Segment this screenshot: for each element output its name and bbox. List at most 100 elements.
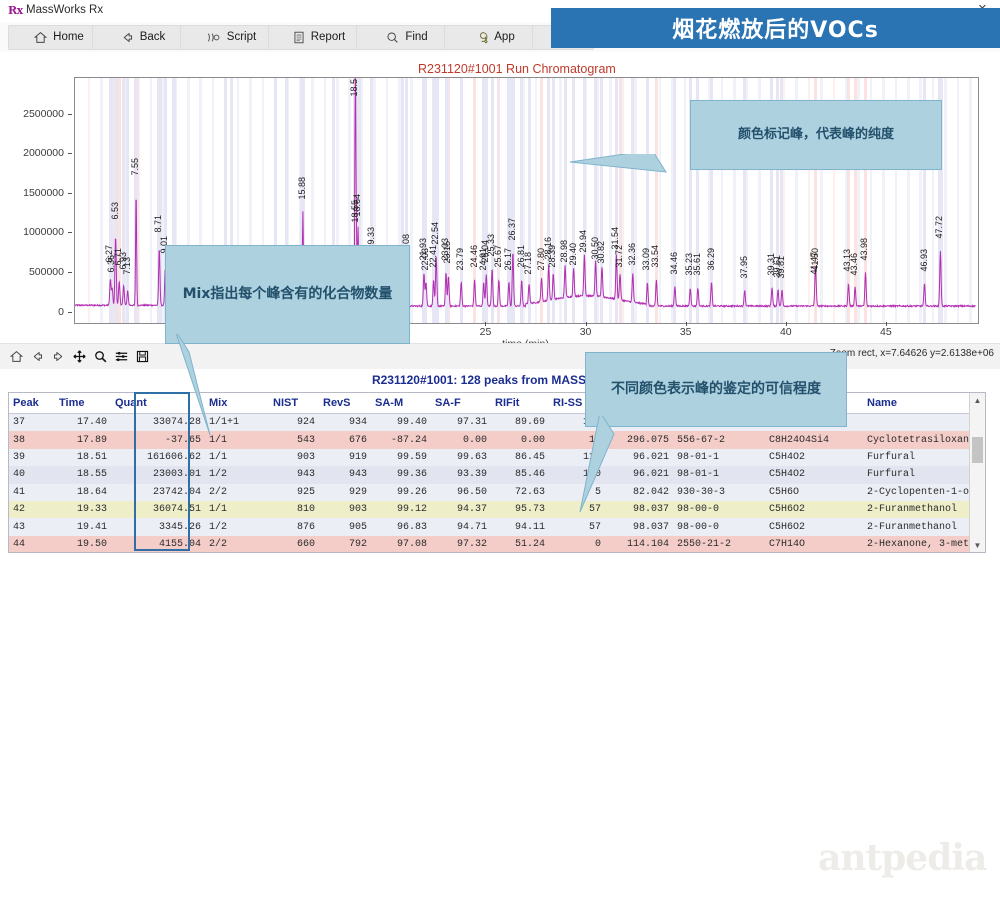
table-cell-ri-ss: 0 bbox=[594, 538, 601, 550]
table-cell-peak: 40 bbox=[13, 469, 26, 481]
column-header-time[interactable]: Time bbox=[55, 393, 111, 414]
table-cell-quant: 3345.26 bbox=[158, 521, 201, 533]
table-cell-mix: 2/2 bbox=[209, 486, 228, 498]
table-cell-formula: C5H6O bbox=[769, 486, 800, 498]
table-cell-cas: 98-00-0 bbox=[677, 521, 720, 533]
table-cell-rifit: 89.69 bbox=[514, 417, 545, 429]
callout-color-confidence: 不同颜色表示峰的鉴定的可信程度 bbox=[585, 352, 847, 427]
ribbon-button-back[interactable]: Back bbox=[92, 25, 194, 50]
table-cell-sa-f: 94.71 bbox=[456, 521, 487, 533]
table-row[interactable]: 39 18.51 161606.62 1/1 903 919 99.59 99.63 86.45… bbox=[9, 448, 985, 467]
peak-rt-label: 15.88 bbox=[296, 176, 307, 200]
y-tick-mark bbox=[68, 192, 72, 194]
table-cell-mix: 2/2 bbox=[209, 538, 228, 550]
column-header-revs[interactable]: RevS bbox=[319, 393, 371, 414]
table-cell-revs: 905 bbox=[348, 521, 367, 533]
table-cell-formula: C8H24O4Si4 bbox=[769, 434, 830, 446]
nav-forward-arrow-icon[interactable] bbox=[48, 346, 69, 367]
ribbon-button-label: App bbox=[494, 30, 515, 43]
y-tick-label: 500000 bbox=[28, 265, 64, 278]
table-cell-time: 17.89 bbox=[76, 434, 107, 446]
table-cell-peak: 44 bbox=[13, 538, 26, 550]
column-header-sa-f[interactable]: SA-F bbox=[431, 393, 491, 414]
nav-pan-icon[interactable] bbox=[69, 346, 90, 367]
table-cell-sa-f: 97.32 bbox=[456, 538, 487, 550]
table-row[interactable]: 44 19.50 4155.04 2/2 660 792 97.08 97.32 51.24 0 1… bbox=[9, 535, 985, 552]
peak-rt-label: 31.72 bbox=[614, 245, 624, 268]
nav-configure-subplots-icon[interactable] bbox=[111, 346, 132, 367]
chart-title: R231120#1001 Run Chromatogram bbox=[418, 62, 616, 76]
table-row[interactable]: 41 18.64 23742.04 2/2 925 929 99.26 96.50 72.63 5… bbox=[9, 483, 985, 501]
column-header-rifit[interactable]: RIFit bbox=[491, 393, 549, 414]
peak-rt-label: 39.81 bbox=[775, 255, 786, 279]
table-cell-cas: 930-30-3 bbox=[677, 486, 726, 498]
table-cell-time: 19.50 bbox=[76, 538, 107, 550]
table-cell-rifit: 86.45 bbox=[514, 451, 545, 463]
table-cell-rifit: 94.11 bbox=[514, 521, 545, 533]
table-cell-quant: 36074.51 bbox=[152, 504, 201, 516]
ribbon-button-script[interactable]: Script bbox=[180, 25, 282, 50]
table-cell-nist: 876 bbox=[296, 521, 315, 533]
table-cell-formula: C5H4O2 bbox=[769, 469, 806, 481]
table-row[interactable]: 43 19.41 3345.26 1/2 876 905 96.83 94.71 94.11 57… bbox=[9, 518, 985, 536]
peak-rt-label: 26.37 bbox=[506, 217, 517, 241]
x-tick-mark bbox=[885, 322, 887, 326]
y-tick-mark bbox=[68, 153, 72, 155]
scroll-down-icon[interactable]: ▼ bbox=[970, 538, 985, 552]
column-header-sa-m[interactable]: SA-M bbox=[371, 393, 431, 414]
report-icon bbox=[293, 31, 305, 44]
table-cell-mw: 114.104 bbox=[626, 538, 669, 550]
table-cell-nist: 903 bbox=[296, 451, 315, 463]
table-cell-quant: 4155.04 bbox=[158, 538, 201, 550]
peak-rt-label: 26.17 bbox=[502, 247, 513, 271]
peak-rt-label: 41.50 bbox=[809, 247, 820, 271]
peak-rt-label: 29.40 bbox=[567, 243, 578, 266]
nav-zoom-icon[interactable] bbox=[90, 346, 111, 367]
table-row[interactable]: 3817.89-37.651/1543676-87.240.000.001029… bbox=[9, 431, 985, 449]
table-cell-time: 17.40 bbox=[76, 417, 107, 429]
table-title: R231120#1001: 128 peaks from MASSWORK- bbox=[371, 373, 629, 387]
peak-rt-label: 23.15 bbox=[442, 241, 453, 264]
script-icon bbox=[206, 31, 221, 44]
scrollbar-thumb[interactable] bbox=[972, 437, 983, 463]
nav-back-arrow-icon[interactable] bbox=[27, 346, 48, 367]
ribbon-button-label: Home bbox=[53, 30, 84, 43]
nav-home-icon[interactable] bbox=[6, 346, 27, 367]
table-vertical-scrollbar[interactable]: ▲ ▼ bbox=[969, 393, 985, 552]
x-tick-label: 25 bbox=[479, 326, 492, 338]
table-row[interactable]: 4018.5523003.011/294394399.3693.3985.461… bbox=[9, 466, 985, 484]
table-cell-sa-f: 93.39 bbox=[456, 469, 487, 481]
x-tick-mark bbox=[685, 322, 687, 326]
column-header-name[interactable]: Name bbox=[863, 393, 985, 414]
ribbon-button-report[interactable]: Report bbox=[268, 25, 370, 50]
table-cell-formula: C5H4O2 bbox=[769, 451, 806, 463]
y-axis-ticks: 0 500000 1000000 1500000 2000000 2500000 bbox=[0, 77, 72, 322]
column-header-nist[interactable]: NIST bbox=[269, 393, 319, 414]
peak-rt-label: 18.5 bbox=[349, 79, 360, 97]
peak-results-panel: R231120#1001: 128 peaks from MASSWORK- P… bbox=[0, 369, 1000, 879]
peak-rt-label: 36.29 bbox=[705, 247, 716, 271]
table-cell-sa-m: 99.59 bbox=[396, 451, 427, 463]
table-cell-peak: 43 bbox=[13, 521, 26, 533]
table-cell-sa-m: 99.12 bbox=[396, 504, 427, 516]
table-cell-name: Furfural bbox=[867, 469, 916, 481]
ribbon-button-app[interactable]: App bbox=[444, 25, 546, 50]
peak-rt-label: 28.39 bbox=[547, 245, 558, 268]
table-cell-quant: 23742.04 bbox=[152, 486, 201, 498]
app-logo-icon: Rx bbox=[8, 4, 23, 17]
x-tick-mark bbox=[785, 322, 787, 326]
nav-save-icon[interactable] bbox=[132, 346, 153, 367]
table-cell-revs: 943 bbox=[348, 469, 367, 481]
table-row[interactable]: 42 19.33 36074.51 1/1 810 903 99.12 94.37 95.73 5… bbox=[9, 500, 985, 519]
table-cell-sa-f: 96.50 bbox=[456, 486, 487, 498]
peak-rt-label: 35.61 bbox=[691, 253, 702, 276]
peak-rt-label: 8.71 bbox=[153, 214, 164, 233]
scroll-up-icon[interactable]: ▲ bbox=[970, 393, 985, 407]
callout-text: 颜色标记峰，代表峰的纯度 bbox=[737, 127, 894, 143]
table-cell-sa-f: 0.00 bbox=[462, 434, 487, 446]
table-cell-revs: 676 bbox=[348, 434, 367, 446]
ribbon-button-find[interactable]: Find bbox=[356, 25, 458, 50]
column-header-peak[interactable]: Peak bbox=[9, 393, 55, 414]
callout-mix-meaning: Mix指出每个峰含有的化合物数量 bbox=[165, 245, 410, 344]
ribbon-button-label: Find bbox=[405, 30, 428, 43]
